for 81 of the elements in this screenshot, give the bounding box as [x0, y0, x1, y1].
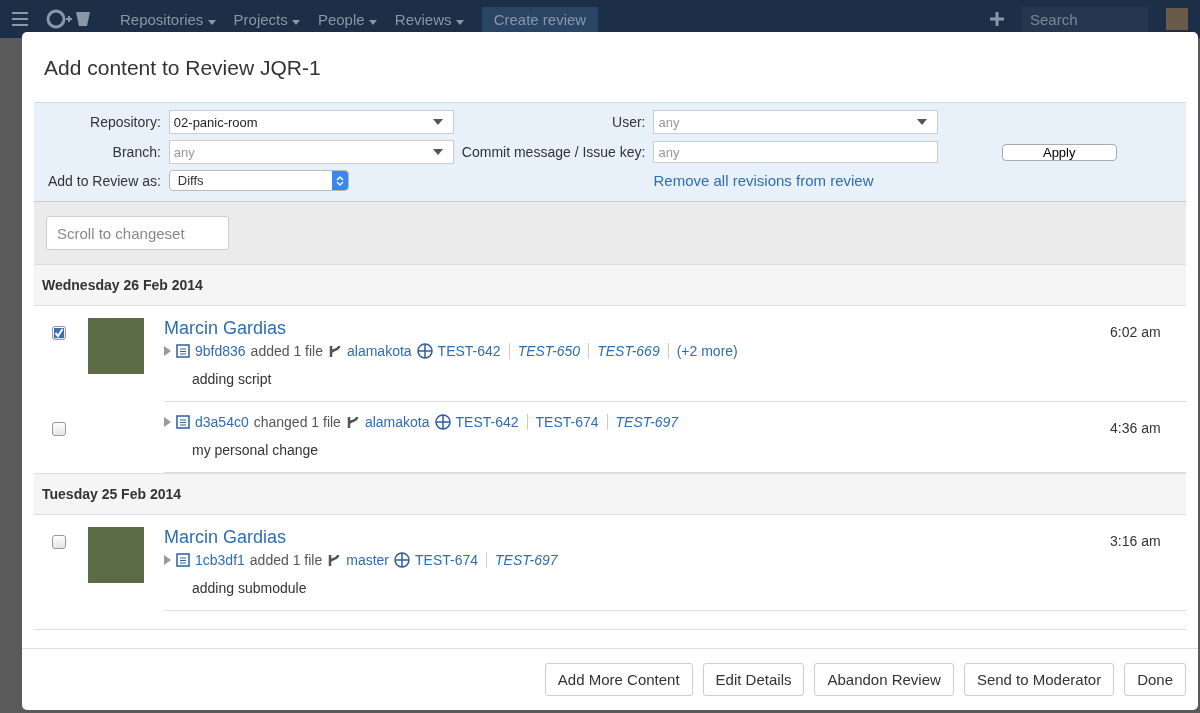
- branch-link[interactable]: alamakota: [364, 414, 430, 430]
- dialog-button[interactable]: Edit Details: [702, 663, 805, 696]
- author-link[interactable]: Marcin Gardias: [164, 527, 1110, 548]
- issue-icon: [434, 414, 451, 430]
- avatar-placeholder: [88, 318, 144, 374]
- apply-button[interactable]: Apply: [1001, 143, 1117, 161]
- changeset-icon: [176, 553, 190, 567]
- commit-time: 3:16 am: [1110, 532, 1162, 551]
- scroll-to-changeset-field[interactable]: Scroll to changeset: [46, 216, 229, 250]
- create-review-button[interactable]: Create review: [481, 6, 599, 32]
- issue-link[interactable]: TEST-642: [437, 343, 501, 359]
- add-as-select[interactable]: Diffs: [168, 170, 349, 191]
- commit-message: adding submodule: [192, 580, 308, 596]
- commit-time: 4:36 am: [1110, 419, 1162, 438]
- dialog-button[interactable]: Add More Content: [544, 663, 693, 696]
- change-summary: added 1 file: [250, 343, 323, 359]
- logo-icon[interactable]: [46, 9, 92, 29]
- changeset-icon: [176, 415, 190, 429]
- dialog-title: Add content to Review JQR-1: [43, 55, 322, 81]
- more-issues-link[interactable]: (+2 more): [676, 343, 738, 359]
- commit-hash-link[interactable]: 9bfd836: [195, 343, 246, 359]
- commit-hash-link[interactable]: 1cb3df1: [195, 552, 245, 568]
- issue-link[interactable]: TEST-697: [495, 552, 558, 568]
- field-label: Repository:: [89, 114, 161, 130]
- branch-icon: [327, 553, 342, 567]
- plus-icon[interactable]: [990, 12, 1004, 26]
- branch-select[interactable]: any: [168, 140, 454, 164]
- issue-icon: [394, 552, 411, 568]
- branch-link[interactable]: master: [346, 552, 390, 568]
- date-header: Tuesday 25 Feb 2014: [34, 473, 1186, 515]
- change-summary: added 1 file: [249, 552, 323, 568]
- nav-menu[interactable]: Projects: [233, 10, 300, 28]
- caret-icon: [368, 19, 377, 25]
- dialog-button[interactable]: Abandon Review: [814, 663, 954, 696]
- dialog-button[interactable]: Send to Moderator: [963, 663, 1115, 696]
- stepper-icon: [335, 174, 344, 187]
- commit-message: my personal change: [192, 442, 320, 458]
- expand-arrow-icon[interactable]: [164, 346, 171, 356]
- caret-icon: [455, 19, 464, 25]
- search-field[interactable]: Search: [1022, 6, 1148, 32]
- menu-icon[interactable]: [12, 12, 28, 26]
- dropdown-caret-icon: [432, 119, 443, 125]
- nav-menu[interactable]: Repositories: [120, 10, 216, 28]
- issue-icon: [416, 343, 433, 359]
- commit-message-field[interactable]: any: [653, 141, 939, 163]
- issue-link[interactable]: TEST-669: [597, 343, 660, 359]
- issue-link[interactable]: TEST-642: [455, 414, 519, 430]
- commit-time: 6:02 am: [1110, 323, 1162, 342]
- field-label: Branch:: [111, 144, 161, 160]
- checkbox[interactable]: [52, 326, 66, 340]
- date-header: Wednesday 26 Feb 2014: [34, 264, 1186, 306]
- expand-arrow-icon[interactable]: [164, 555, 171, 565]
- field-label: User:: [611, 114, 646, 130]
- nav-menu[interactable]: Reviews: [394, 10, 464, 28]
- user-select[interactable]: any: [653, 110, 939, 134]
- branch-icon: [345, 415, 360, 429]
- issue-link[interactable]: TEST-674: [535, 414, 599, 430]
- commit-hash-link[interactable]: d3a54c0: [195, 414, 249, 430]
- dropdown-caret-icon: [432, 149, 443, 155]
- issue-link[interactable]: TEST-674: [415, 552, 479, 568]
- issue-link[interactable]: TEST-650: [517, 343, 581, 359]
- author-link[interactable]: Marcin Gardias: [164, 318, 1110, 339]
- field-label: Commit message / Issue key:: [461, 144, 646, 160]
- dropdown-caret-icon: [917, 119, 928, 125]
- changeset-icon: [176, 344, 190, 358]
- checkbox[interactable]: [52, 535, 66, 549]
- caret-icon: [207, 19, 216, 25]
- avatar-placeholder: [88, 527, 144, 583]
- change-summary: changed 1 file: [253, 414, 341, 430]
- field-label: Add to Review as:: [48, 172, 161, 189]
- dialog-button[interactable]: Done: [1124, 663, 1186, 696]
- caret-icon: [291, 19, 300, 25]
- nav-menu[interactable]: People: [317, 10, 377, 28]
- branch-icon: [328, 344, 342, 358]
- branch-link[interactable]: alamakota: [347, 343, 412, 359]
- checkbox[interactable]: [52, 422, 66, 436]
- commit-message: adding script: [192, 371, 273, 387]
- issue-link[interactable]: TEST-697: [615, 414, 679, 430]
- remove-revisions-link[interactable]: Remove all revisions from review: [653, 172, 939, 189]
- expand-arrow-icon[interactable]: [164, 417, 171, 427]
- repository-select[interactable]: 02-panic-room: [168, 110, 454, 134]
